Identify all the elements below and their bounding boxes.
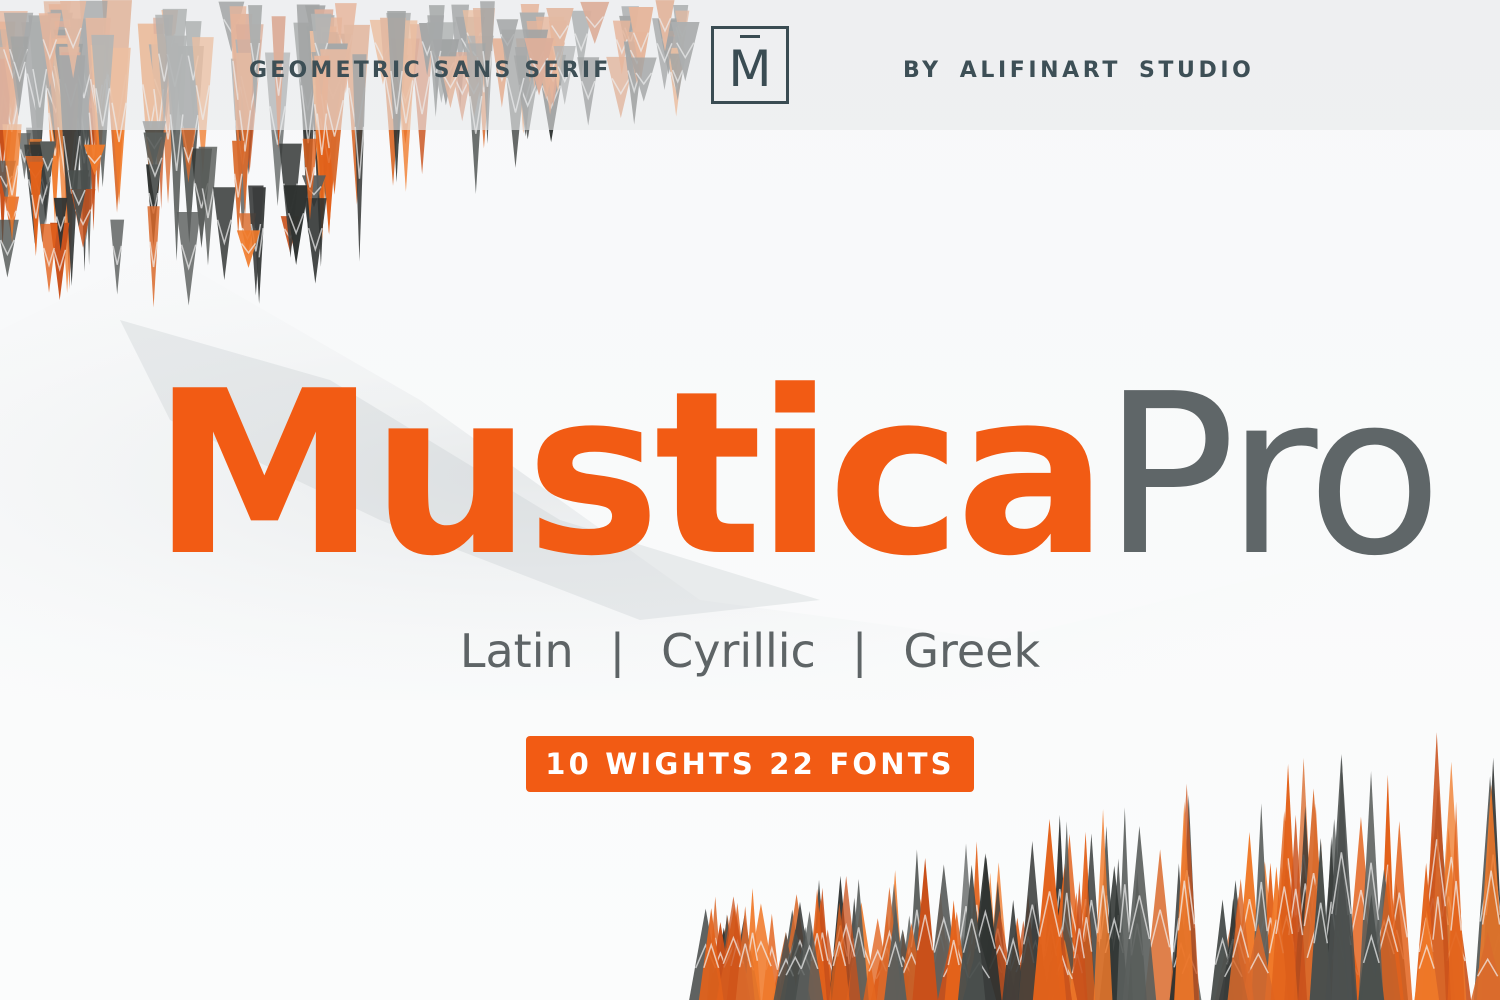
- credit-studio-name: ALIFINART: [959, 58, 1121, 83]
- script-list: Latin | Cyrillic | Greek: [0, 624, 1500, 678]
- studio-credit: BY ALIFINART STUDIO: [903, 58, 1254, 83]
- weights-badge: 10 WIGHTS 22 FONTS: [526, 736, 974, 792]
- title-main: Mustica: [152, 343, 1108, 606]
- script-cyrillic: Cyrillic: [661, 624, 816, 678]
- script-greek: Greek: [903, 624, 1041, 678]
- logo-letter: M: [728, 40, 772, 98]
- credit-studio-word: STUDIO: [1138, 58, 1255, 83]
- script-divider: |: [609, 624, 626, 678]
- title-sub: Pro: [1102, 347, 1442, 605]
- script-divider: |: [851, 624, 868, 678]
- script-latin: Latin: [459, 624, 574, 678]
- font-title: MusticaPro: [152, 362, 1442, 590]
- tagline: GEOMETRIC SANS SERIF: [249, 58, 612, 83]
- logo-bar: [740, 35, 760, 38]
- logo-mark: M: [711, 26, 789, 104]
- credit-by: BY: [903, 58, 942, 83]
